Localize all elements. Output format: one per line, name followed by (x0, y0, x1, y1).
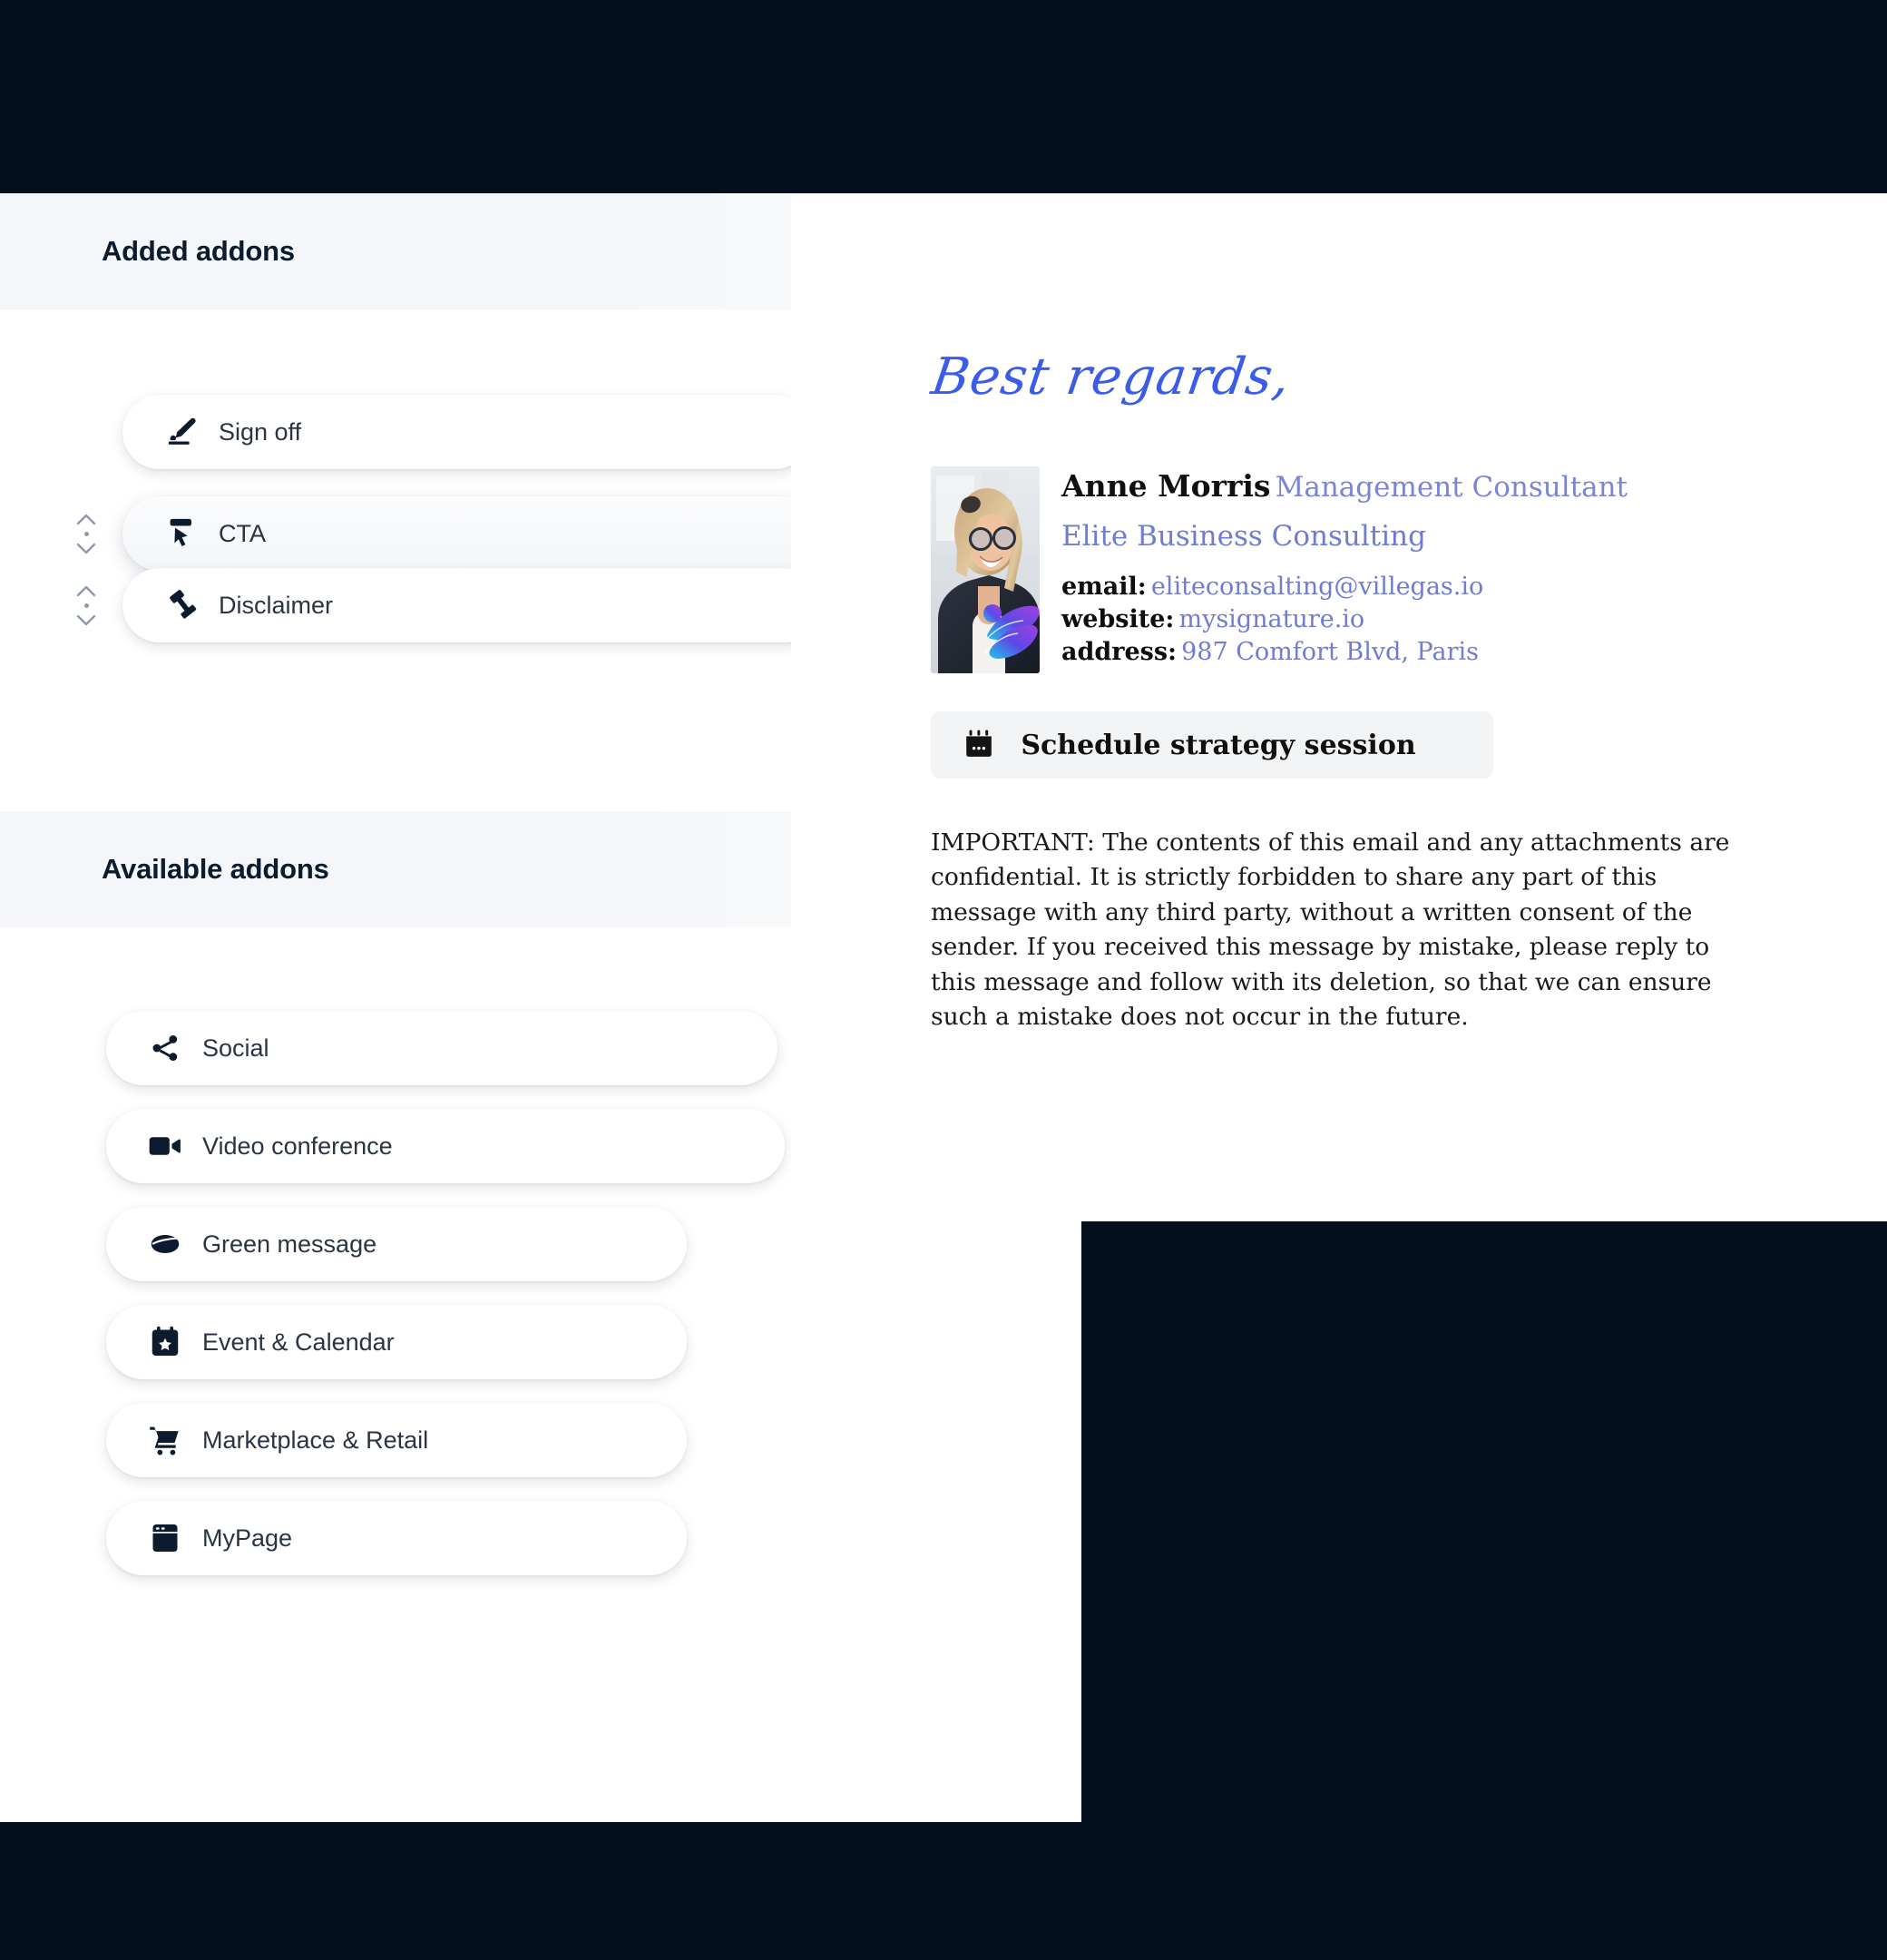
addon-pill-green-message[interactable]: Green message (106, 1207, 687, 1281)
drag-handle-disclaimer[interactable] (71, 573, 102, 638)
field-value[interactable]: mysignature.io (1178, 605, 1364, 633)
drag-dot (83, 603, 89, 608)
signature-pen-icon (161, 415, 202, 449)
signature-disclaimer: IMPORTANT: The contents of this email an… (931, 828, 1730, 1032)
field-key: email: (1061, 573, 1147, 602)
addon-label: Social (202, 1034, 269, 1062)
cursor-click-icon (161, 516, 202, 551)
signature-field-email: email: eliteconsalting@villegas.io (1061, 571, 1628, 603)
email-signature: Best regards, Anne Morris Management Con… (928, 348, 1784, 1035)
signature-details: Anne Morris Management Consultant Elite … (1061, 466, 1628, 670)
addon-pill-sign-off[interactable]: Sign off (122, 395, 812, 469)
video-camera-icon (144, 1132, 186, 1160)
addon-label: Event & Calendar (202, 1328, 395, 1356)
field-value[interactable]: eliteconsalting@villegas.io (1151, 573, 1483, 601)
signature-field-website: website: mysignature.io (1061, 603, 1628, 636)
signature-closing: Best regards, (927, 348, 1295, 407)
signature-name-line: Anne Morris Management Consultant (1061, 466, 1628, 507)
addon-pill-event-calendar[interactable]: Event & Calendar (106, 1305, 687, 1379)
signature-job-title: Management Consultant (1275, 471, 1628, 504)
field-key: website: (1061, 605, 1175, 634)
addon-label: Disclaimer (219, 591, 334, 619)
field-value: 987 Comfort Blvd, Paris (1181, 638, 1479, 667)
addon-label: Video conference (202, 1132, 393, 1160)
signature-card: Anne Morris Management Consultant Elite … (931, 466, 1784, 673)
addon-pill-mypage[interactable]: MyPage (106, 1501, 687, 1575)
gavel-icon (161, 588, 202, 622)
available-addons-title: Available addons (102, 853, 329, 885)
addon-label: MyPage (202, 1524, 293, 1552)
signature-company: Elite Business Consulting (1061, 519, 1426, 553)
calendar-icon (963, 729, 1000, 761)
addon-label: CTA (219, 519, 266, 547)
drag-dot (83, 531, 89, 536)
share-icon (144, 1033, 186, 1063)
addon-pill-disclaimer[interactable]: Disclaimer (122, 568, 821, 642)
field-key: address: (1061, 638, 1178, 667)
added-addons-title: Added addons (102, 235, 295, 267)
addon-pill-marketplace-retail[interactable]: Marketplace & Retail (106, 1403, 687, 1477)
signature-preview-panel: Best regards, Anne Morris Management Con… (791, 193, 1887, 1221)
addon-label: Green message (202, 1230, 377, 1258)
app-screenshot: Added addons Sign off CTA Disclaimer Ava… (0, 0, 1887, 1960)
addon-pill-video-conference[interactable]: Video conference (106, 1109, 785, 1183)
browser-window-icon (144, 1522, 186, 1554)
drag-handle-cta[interactable] (71, 501, 102, 566)
signature-company-line: Elite Business Consulting (1061, 518, 1628, 556)
shopping-cart-icon (144, 1424, 186, 1456)
signature-field-address: address: 987 Comfort Blvd, Paris (1061, 636, 1628, 669)
addon-pill-social[interactable]: Social (106, 1011, 777, 1085)
cta-label: Schedule strategy session (1021, 729, 1416, 761)
signature-name: Anne Morris (1061, 468, 1271, 504)
addon-label: Marketplace & Retail (202, 1426, 429, 1454)
calendar-star-icon (144, 1326, 186, 1358)
addon-label: Sign off (219, 417, 302, 446)
avatar (931, 466, 1040, 673)
addon-pill-cta[interactable]: CTA (122, 496, 821, 571)
butterfly-logo (983, 604, 1040, 659)
leaf-icon (144, 1231, 186, 1257)
schedule-strategy-session-button[interactable]: Schedule strategy session (931, 711, 1493, 779)
